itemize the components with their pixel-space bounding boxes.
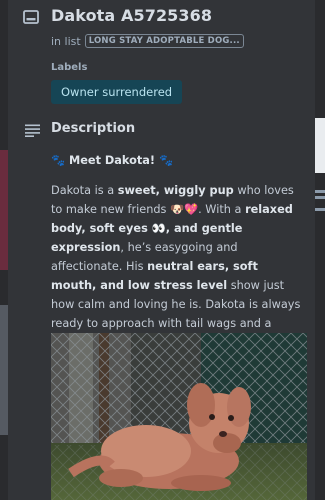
list-name-button[interactable]: LONG STAY ADOPTABLE DOG... [84, 34, 244, 48]
description-title: 🐾 Meet Dakota! 🐾 [51, 154, 174, 167]
description-lines-icon [25, 124, 40, 137]
labels-heading: Labels [51, 62, 88, 73]
card-icon [23, 10, 39, 24]
background-list-right [315, 0, 325, 500]
description-body[interactable]: 🐾 Meet Dakota! 🐾 Dakota is a sweet, wigg… [51, 151, 307, 363]
description-heading: Description [51, 121, 136, 136]
background-text-line [315, 208, 325, 211]
background-text-line [315, 196, 325, 199]
card-detail-dialog: Dakota A5725368 in list LONG STAY ADOPTA… [8, 0, 315, 500]
background-card-cover [0, 150, 8, 270]
card-title[interactable]: Dakota A5725368 [51, 6, 212, 25]
background-list-left [0, 0, 8, 500]
in-list-row: in list LONG STAY ADOPTABLE DOG... [51, 34, 244, 48]
in-list-prefix: in list [51, 34, 81, 48]
dog-photo[interactable] [51, 333, 307, 500]
background-card-cover [315, 118, 325, 173]
description-paragraph: Dakota is a sweet, wiggly pup who loves … [51, 184, 301, 349]
label-owner-surrendered[interactable]: Owner surrendered [51, 80, 183, 104]
background-text-line [315, 190, 325, 193]
background-card-cover [0, 305, 8, 435]
